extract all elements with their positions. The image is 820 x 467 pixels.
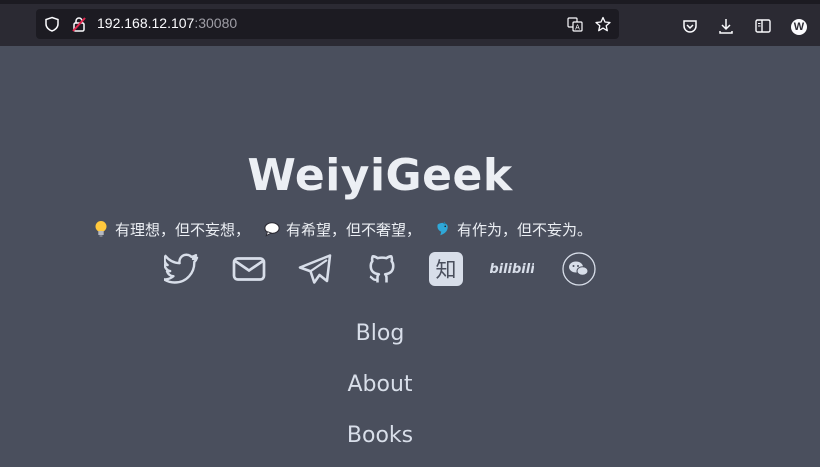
nav-link-blog[interactable]: Blog	[280, 321, 480, 346]
pocket-icon[interactable]	[681, 17, 699, 35]
dolphin-icon	[437, 221, 448, 236]
reader-view-icon[interactable]	[754, 17, 772, 35]
zhihu-glyph: 知	[436, 258, 457, 282]
browser-toolbar: 192.168.12.107:30080 A W	[0, 0, 820, 46]
account-avatar[interactable]: W	[791, 19, 807, 35]
motto-part-2: 有希望，但不奢望，	[286, 220, 422, 239]
bilibili-text: bilibili	[490, 262, 534, 277]
motto-part-3: 有作为，但不妄为。	[457, 220, 593, 239]
motto-part-1: 有理想，但不妄想，	[115, 220, 251, 239]
tracking-protection-shield-icon[interactable]	[44, 16, 60, 32]
speech-bubble-icon	[264, 222, 280, 237]
bilibili-icon[interactable]: bilibili	[490, 251, 534, 287]
site-motto: 有理想，但不妄想， 有希望，但不奢望， 有作为，但不妄为。	[93, 218, 592, 240]
bookmark-star-icon[interactable]	[595, 16, 611, 32]
nav-link-about[interactable]: About	[280, 372, 480, 397]
wechat-icon[interactable]	[561, 251, 597, 287]
url-text[interactable]: 192.168.12.107:30080	[97, 15, 237, 31]
site-title: WeiyiGeek	[247, 150, 513, 201]
github-icon[interactable]	[364, 251, 400, 287]
mail-icon[interactable]	[231, 251, 267, 287]
zhihu-icon[interactable]: 知	[428, 251, 464, 287]
translate-icon[interactable]: A	[567, 16, 583, 32]
address-bar[interactable]: 192.168.12.107:30080 A	[36, 9, 619, 39]
url-host: 192.168.12.107	[97, 15, 195, 31]
twitter-icon[interactable]	[164, 251, 200, 287]
insecure-lock-icon[interactable]	[71, 16, 87, 32]
downloads-icon[interactable]	[717, 17, 735, 35]
nav-link-books[interactable]: Books	[280, 423, 480, 448]
lightbulb-icon	[95, 221, 107, 237]
url-port: :30080	[194, 15, 238, 31]
svg-text:A: A	[575, 25, 580, 32]
telegram-icon[interactable]	[297, 251, 333, 287]
